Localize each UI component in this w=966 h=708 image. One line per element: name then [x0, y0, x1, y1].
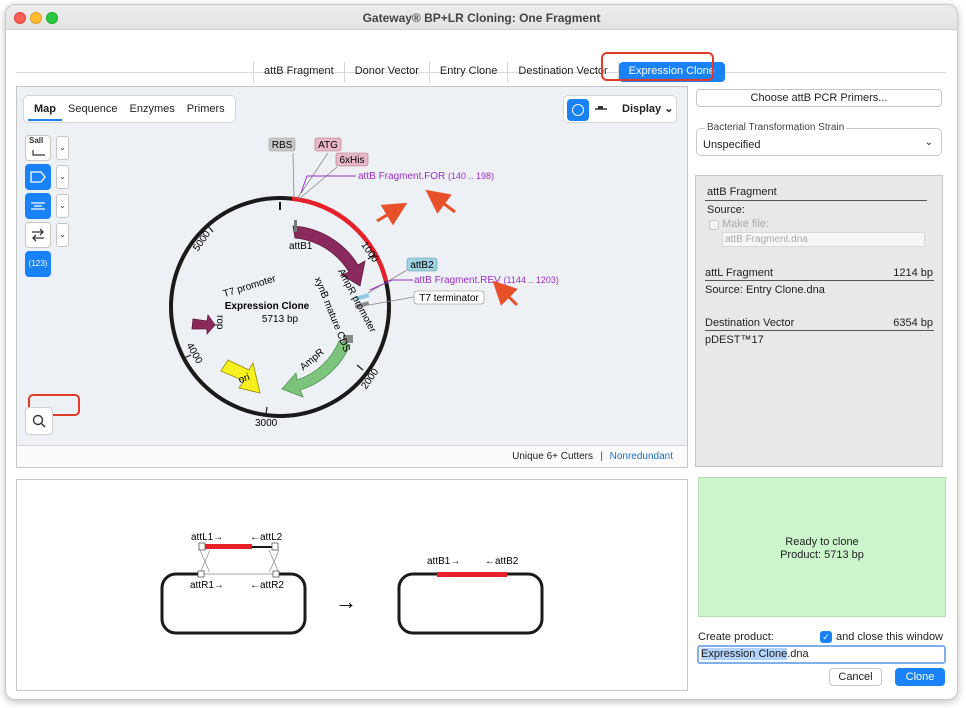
attl-insert — [205, 544, 252, 549]
tab-donor-vector[interactable]: Donor Vector — [345, 62, 430, 82]
create-product-label: Create product: — [698, 631, 774, 643]
tick-label-3000: 3000 — [255, 418, 278, 429]
attb-source-label: Source: — [707, 204, 745, 216]
attb2-product-label: ←attB2 — [485, 556, 519, 567]
window-title: Gateway® BP+LR Cloning: One Fragment — [362, 11, 601, 25]
tick-2000 — [356, 364, 364, 371]
t7-promoter-label: T7 promoter — [222, 273, 278, 300]
attb-divider — [705, 200, 927, 201]
strain-label: Bacterial Transformation Strain — [705, 122, 847, 133]
footer-separator: | — [600, 451, 603, 462]
map-footer: Unique 6+ Cutters | Nonredundant — [17, 445, 687, 467]
attl2-box — [271, 542, 279, 551]
attr2-label: ←attR2 — [250, 580, 284, 591]
rbs-leader — [292, 152, 295, 200]
cutters-filter[interactable]: Unique 6+ Cutters — [512, 451, 593, 462]
attl-source: Source: Entry Clone.dna — [705, 284, 825, 296]
attr1-box — [197, 570, 205, 578]
annotation-arrow-rev — [492, 280, 519, 307]
status-panel: Ready to clone Product: 5713 bp — [698, 477, 946, 617]
tick-label-5000: 5000 — [191, 229, 213, 254]
reaction-diagram-panel: attL1→ ←attL2 attR1→ ←attR2 → attB1→ ←at… — [16, 479, 688, 691]
attb1-product-label: attB1→ — [427, 556, 460, 567]
filename-selected-text: Expression Clone — [701, 648, 788, 660]
map-panel: Map Sequence Enzymes Primers Display ⌄ S… — [16, 86, 688, 468]
filename-extension: .dna — [787, 648, 809, 660]
choose-primers-button[interactable]: Choose attB PCR Primers... — [696, 89, 942, 107]
annotation-arrow-fragment — [376, 202, 408, 226]
title-bar: Gateway® BP+LR Cloning: One Fragment — [6, 5, 957, 30]
close-window-checkbox[interactable]: ✓ — [820, 631, 832, 643]
his-label: 6xHis — [339, 155, 364, 166]
tab-entry-clone[interactable]: Entry Clone — [430, 62, 509, 82]
attl2-label: ←attL2 — [250, 532, 283, 543]
attb2-label: attB2 — [410, 260, 434, 271]
tick-3000 — [265, 406, 268, 415]
cds-feature[interactable] — [292, 225, 366, 287]
destination-vector-size: 6354 bp — [893, 317, 933, 329]
expression-insert — [437, 572, 507, 577]
attl-fragment-size: 1214 bp — [893, 267, 933, 279]
clone-button[interactable]: Clone — [895, 668, 945, 686]
destination-divider — [705, 330, 934, 331]
reaction-diagram: attL1→ ←attL2 attR1→ ←attR2 → attB1→ ←at… — [160, 532, 544, 635]
inputs-info-panel: attB Fragment Source: Make file: attB Fr… — [695, 175, 943, 467]
atg-label: ATG — [318, 140, 338, 151]
status-ready: Ready to clone — [785, 536, 859, 548]
attl1-label: attL1→ — [191, 532, 223, 543]
plasmid-map: 1000 2000 3000 4000 5000 T7 promoter att… — [169, 137, 559, 429]
attl1-box — [198, 542, 206, 551]
cloning-window: Gateway® BP+LR Cloning: One Fragment att… — [5, 4, 958, 700]
tick-5000 — [207, 225, 214, 233]
t7-terminator-label: T7 terminator — [419, 293, 479, 304]
nonredundant-link[interactable]: Nonredundant — [610, 451, 673, 462]
chevron-down-icon: ⌄ — [924, 137, 933, 148]
strain-value: Unspecified — [703, 139, 761, 151]
status-product: Product: 5713 bp — [780, 549, 864, 561]
highlight-box-tab — [601, 52, 714, 81]
attb1-label: attB1 — [289, 241, 313, 252]
product-filename-input[interactable]: Expression Clone.dna — [697, 645, 946, 664]
annotation-arrow-for — [425, 189, 456, 214]
content-area: attB Fragment Donor Vector Entry Clone D… — [6, 30, 957, 699]
attl-divider — [705, 280, 934, 281]
map-plasmid-name: Expression Clone — [225, 301, 310, 312]
expression-plasmid — [397, 572, 544, 635]
primer-for-label[interactable]: attB Fragment.FOR (140 .. 198) — [358, 171, 494, 182]
attl-fragment-title: attL Fragment — [705, 267, 774, 279]
map-plasmid-size: 5713 bp — [262, 314, 299, 325]
destination-vector-title: Destination Vector — [705, 317, 795, 329]
tab-attb-fragment[interactable]: attB Fragment — [253, 62, 345, 82]
attr1-label: attR1→ — [190, 580, 224, 591]
reaction-arrow-icon: → — [335, 589, 357, 614]
attb1-marker — [294, 220, 297, 232]
primer-rev-label[interactable]: attB Fragment.REV (1144 .. 1203) — [414, 275, 559, 286]
make-file-checkbox[interactable] — [709, 220, 719, 230]
status-text: Ready to clone Product: 5713 bp — [699, 536, 945, 562]
close-window-checkbox-label: and close this window — [836, 631, 944, 643]
tick-label-2000: 2000 — [359, 367, 381, 392]
cancel-button[interactable]: Cancel — [829, 668, 882, 686]
make-file-field[interactable]: attB Fragment.dna — [722, 232, 925, 247]
attr2-box — [272, 570, 280, 578]
strain-select[interactable]: Bacterial Transformation Strain Unspecif… — [696, 122, 942, 156]
primer-rev-leader — [369, 279, 413, 291]
destination-vector-name: pDEST™17 — [705, 334, 764, 346]
t7-terminator-leader — [368, 296, 415, 306]
make-file-label: Make file: — [722, 218, 770, 230]
rop-label: rop — [214, 315, 225, 330]
attb-fragment-title: attB Fragment — [707, 186, 777, 198]
rop-feature[interactable] — [191, 313, 216, 336]
rbs-label: RBS — [272, 140, 293, 151]
